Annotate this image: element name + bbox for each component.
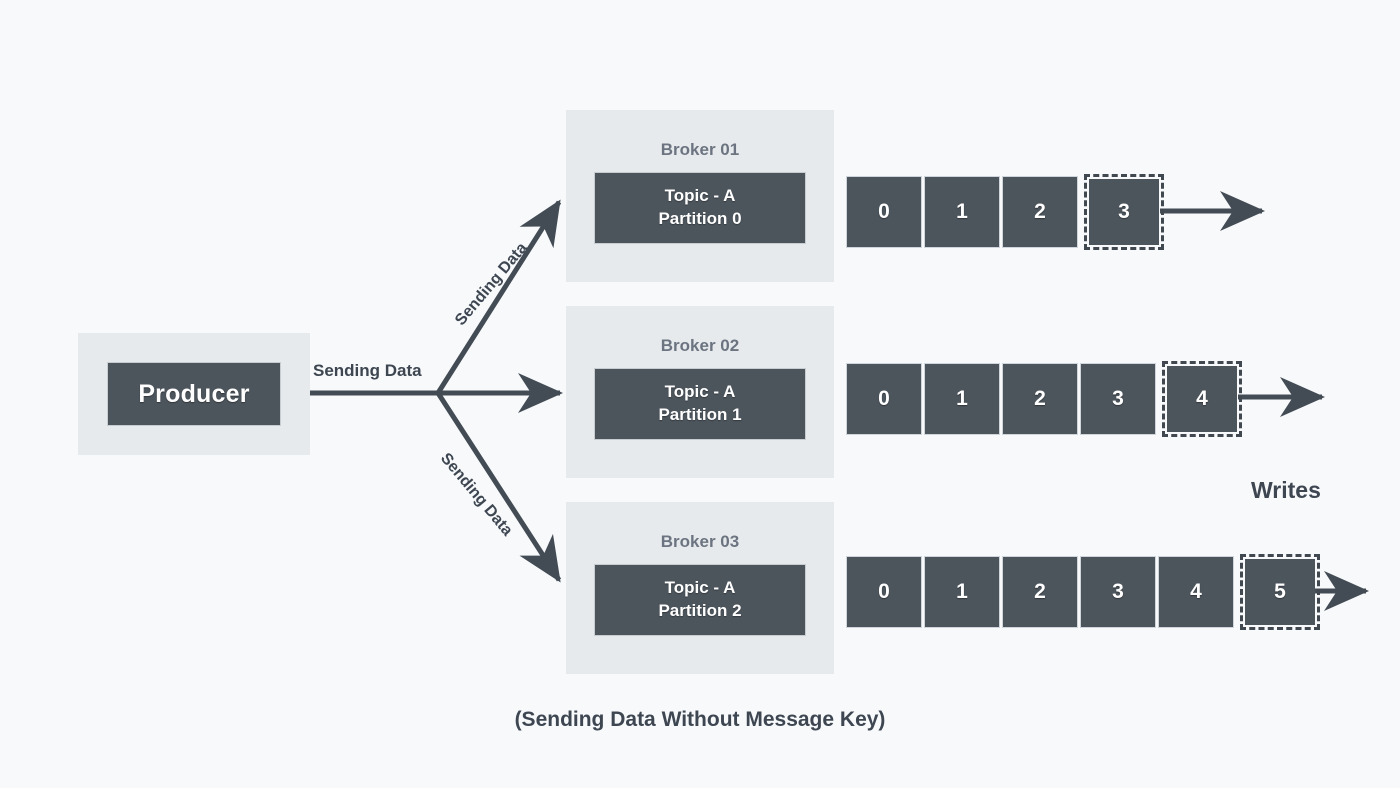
diagram-canvas: Producer Sending Data Sending Data Sendi… <box>0 0 1400 788</box>
offset-cell-fill: 4 <box>1167 366 1237 432</box>
offset-cell: 1 <box>924 363 1000 435</box>
offset-cell: 0 <box>846 363 922 435</box>
diagram-caption: (Sending Data Without Message Key) <box>514 708 886 731</box>
broker-panel-02: Broker 02 Topic - A Partition 1 <box>566 306 834 478</box>
offset-value: 2 <box>1034 200 1046 223</box>
offset-value: 3 <box>1112 387 1124 410</box>
offset-cell-fill: 5 <box>1245 559 1315 625</box>
topic-label-03: Topic - A <box>664 578 736 598</box>
arrow-to-broker-01 <box>435 199 562 395</box>
offset-log-partition-1: 0 1 2 3 4 <box>846 361 1242 437</box>
partition-label-03: Partition 2 <box>658 601 742 620</box>
offset-value: 4 <box>1190 580 1202 603</box>
offset-value: 2 <box>1034 387 1046 410</box>
offset-cell-pending: 3 <box>1084 174 1164 250</box>
offset-value: 0 <box>878 200 890 223</box>
offset-value: 3 <box>1112 580 1124 603</box>
offset-cell: 4 <box>1158 556 1234 628</box>
offset-cell-pending: 4 <box>1162 361 1242 437</box>
partition-label-01: Partition 0 <box>658 209 742 228</box>
offset-log-partition-2: 0 1 2 3 4 5 <box>846 554 1320 630</box>
offset-cell: 3 <box>1080 363 1156 435</box>
offset-cell: 2 <box>1002 363 1078 435</box>
offset-log-partition-0: 0 1 2 3 <box>846 174 1164 250</box>
producer-label: Producer <box>138 379 250 408</box>
topic-label-01: Topic - A <box>664 186 736 206</box>
offset-cell: 2 <box>1002 556 1078 628</box>
producer-box: Producer <box>107 362 281 426</box>
flow-label-middle: Sending Data <box>313 361 422 380</box>
broker-title-01: Broker 01 <box>660 140 740 159</box>
partition-box-01: Topic - A Partition 0 <box>594 172 806 244</box>
broker-panel-01: Broker 01 Topic - A Partition 0 <box>566 110 834 282</box>
offset-value: 5 <box>1274 580 1286 603</box>
partition-box-03: Topic - A Partition 2 <box>594 564 806 636</box>
offset-cell: 0 <box>846 556 922 628</box>
offset-value: 0 <box>878 580 890 603</box>
offset-value: 1 <box>956 580 968 603</box>
writes-label: Writes <box>1251 477 1321 503</box>
broker-title-03: Broker 03 <box>660 532 740 551</box>
offset-cell: 1 <box>924 176 1000 248</box>
offset-value: 1 <box>956 200 968 223</box>
offset-value: 4 <box>1196 387 1208 410</box>
offset-cell: 2 <box>1002 176 1078 248</box>
offset-cell-fill: 3 <box>1089 179 1159 245</box>
offset-value: 1 <box>956 387 968 410</box>
offset-value: 3 <box>1118 200 1130 223</box>
topic-label-02: Topic - A <box>664 382 736 402</box>
broker-panel-03: Broker 03 Topic - A Partition 2 <box>566 502 834 674</box>
offset-cell: 0 <box>846 176 922 248</box>
offset-cell-pending: 5 <box>1240 554 1320 630</box>
offset-cell: 1 <box>924 556 1000 628</box>
broker-title-02: Broker 02 <box>660 336 740 355</box>
flow-label-lower: Sending Data <box>436 450 516 540</box>
partition-box-02: Topic - A Partition 1 <box>594 368 806 440</box>
offset-value: 0 <box>878 387 890 410</box>
partition-label-02: Partition 1 <box>658 405 742 424</box>
offset-cell: 3 <box>1080 556 1156 628</box>
flow-label-upper: Sending Data <box>452 239 531 329</box>
offset-value: 2 <box>1034 580 1046 603</box>
